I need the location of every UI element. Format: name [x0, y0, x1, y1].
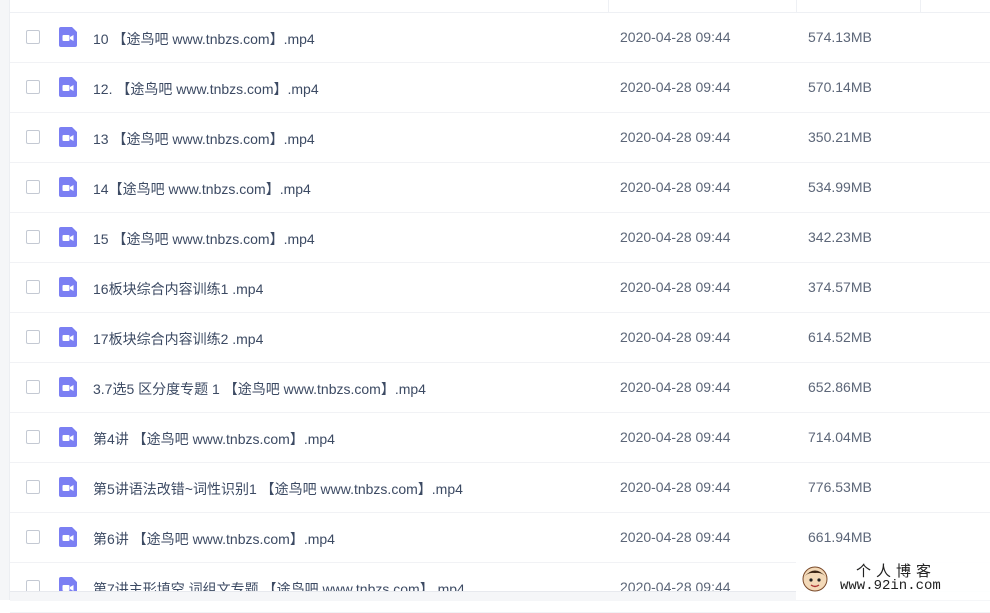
- file-size: 776.53MB: [808, 479, 872, 495]
- file-name[interactable]: 14【途鸟吧 www.tnbzs.com】.mp4: [93, 179, 311, 199]
- video-file-icon: [59, 377, 77, 397]
- file-modified-date: 2020-04-28 09:44: [620, 329, 731, 345]
- file-modified-date: 2020-04-28 09:44: [620, 129, 731, 145]
- file-name[interactable]: 13 【途鸟吧 www.tnbzs.com】.mp4: [93, 129, 315, 149]
- file-name[interactable]: 第5讲语法改错~词性识别1 【途鸟吧 www.tnbzs.com】.mp4: [93, 479, 463, 499]
- select-checkbox[interactable]: [26, 230, 40, 244]
- file-modified-date: 2020-04-28 09:44: [620, 229, 731, 245]
- sidebar-edge: [0, 0, 10, 600]
- column-header-size[interactable]: [796, 0, 797, 12]
- video-file-icon: [59, 477, 77, 497]
- file-size: 714.04MB: [808, 429, 872, 445]
- video-file-icon: [59, 77, 77, 97]
- select-checkbox[interactable]: [26, 130, 40, 144]
- video-file-icon: [59, 427, 77, 447]
- file-modified-date: 2020-04-28 09:44: [620, 479, 731, 495]
- file-modified-date: 2020-04-28 09:44: [620, 379, 731, 395]
- file-size: 534.99MB: [808, 179, 872, 195]
- file-row[interactable]: 13 【途鸟吧 www.tnbzs.com】.mp4 2020-04-28 09:…: [10, 113, 990, 163]
- file-size: 574.13MB: [808, 29, 872, 45]
- video-file-icon: [59, 227, 77, 247]
- file-modified-date: 2020-04-28 09:44: [620, 179, 731, 195]
- select-checkbox[interactable]: [26, 530, 40, 544]
- file-modified-date: 2020-04-28 09:44: [620, 429, 731, 445]
- video-file-icon: [59, 527, 77, 547]
- select-checkbox[interactable]: [26, 180, 40, 194]
- video-file-icon: [59, 127, 77, 147]
- file-row[interactable]: 15 【途鸟吧 www.tnbzs.com】.mp4 2020-04-28 09:…: [10, 213, 990, 263]
- file-size: 661.94MB: [808, 529, 872, 545]
- select-checkbox[interactable]: [26, 430, 40, 444]
- file-name[interactable]: 第4讲 【途鸟吧 www.tnbzs.com】.mp4: [93, 429, 335, 449]
- file-row[interactable]: 16板块综合内容训练1 .mp4 2020-04-28 09:44 374.57MB: [10, 263, 990, 313]
- select-checkbox[interactable]: [26, 330, 40, 344]
- video-file-icon: [59, 177, 77, 197]
- file-row[interactable]: 3.7选5 区分度专题 1 【途鸟吧 www.tnbzs.com】.mp4 202…: [10, 363, 990, 413]
- file-size: 652.86MB: [808, 379, 872, 395]
- file-modified-date: 2020-04-28 09:44: [620, 29, 731, 45]
- select-checkbox[interactable]: [26, 480, 40, 494]
- file-name[interactable]: 16板块综合内容训练1 .mp4: [93, 279, 263, 299]
- file-row[interactable]: 12. 【途鸟吧 www.tnbzs.com】.mp4 2020-04-28 09…: [10, 63, 990, 113]
- watermark: 个人博客 www.92in.com: [796, 560, 990, 600]
- file-size: 342.23MB: [808, 229, 872, 245]
- file-name[interactable]: 10 【途鸟吧 www.tnbzs.com】.mp4: [93, 29, 315, 49]
- file-name[interactable]: 12. 【途鸟吧 www.tnbzs.com】.mp4: [93, 79, 319, 99]
- file-modified-date: 2020-04-28 09:44: [620, 529, 731, 545]
- file-size: 570.14MB: [808, 79, 872, 95]
- video-file-icon: [59, 277, 77, 297]
- file-row[interactable]: 第4讲 【途鸟吧 www.tnbzs.com】.mp4 2020-04-28 09…: [10, 413, 990, 463]
- file-name[interactable]: 第6讲 【途鸟吧 www.tnbzs.com】.mp4: [93, 529, 335, 549]
- video-file-icon: [59, 327, 77, 347]
- file-size: 614.52MB: [808, 329, 872, 345]
- file-row[interactable]: 14【途鸟吧 www.tnbzs.com】.mp4 2020-04-28 09:4…: [10, 163, 990, 213]
- file-size: 350.21MB: [808, 129, 872, 145]
- file-modified-date: 2020-04-28 09:44: [620, 279, 731, 295]
- file-list: 10 【途鸟吧 www.tnbzs.com】.mp4 2020-04-28 09:…: [10, 13, 990, 613]
- file-name[interactable]: 15 【途鸟吧 www.tnbzs.com】.mp4: [93, 229, 315, 249]
- file-name[interactable]: 17板块综合内容训练2 .mp4: [93, 329, 263, 349]
- watermark-url: www.92in.com: [840, 578, 941, 594]
- column-header-extra[interactable]: [920, 0, 921, 12]
- column-header: [10, 0, 990, 13]
- file-row[interactable]: 17板块综合内容训练2 .mp4 2020-04-28 09:44 614.52MB: [10, 313, 990, 363]
- column-header-date[interactable]: [608, 0, 609, 12]
- file-modified-date: 2020-04-28 09:44: [620, 79, 731, 95]
- select-checkbox[interactable]: [26, 30, 40, 44]
- select-checkbox[interactable]: [26, 380, 40, 394]
- file-row[interactable]: 10 【途鸟吧 www.tnbzs.com】.mp4 2020-04-28 09:…: [10, 13, 990, 63]
- video-file-icon: [59, 27, 77, 47]
- select-checkbox[interactable]: [26, 80, 40, 94]
- file-row[interactable]: 第5讲语法改错~词性识别1 【途鸟吧 www.tnbzs.com】.mp4 202…: [10, 463, 990, 513]
- file-name[interactable]: 3.7选5 区分度专题 1 【途鸟吧 www.tnbzs.com】.mp4: [93, 379, 426, 399]
- avatar-icon: [802, 566, 828, 592]
- file-size: 374.57MB: [808, 279, 872, 295]
- select-checkbox[interactable]: [26, 280, 40, 294]
- file-row[interactable]: 第6讲 【途鸟吧 www.tnbzs.com】.mp4 2020-04-28 09…: [10, 513, 990, 563]
